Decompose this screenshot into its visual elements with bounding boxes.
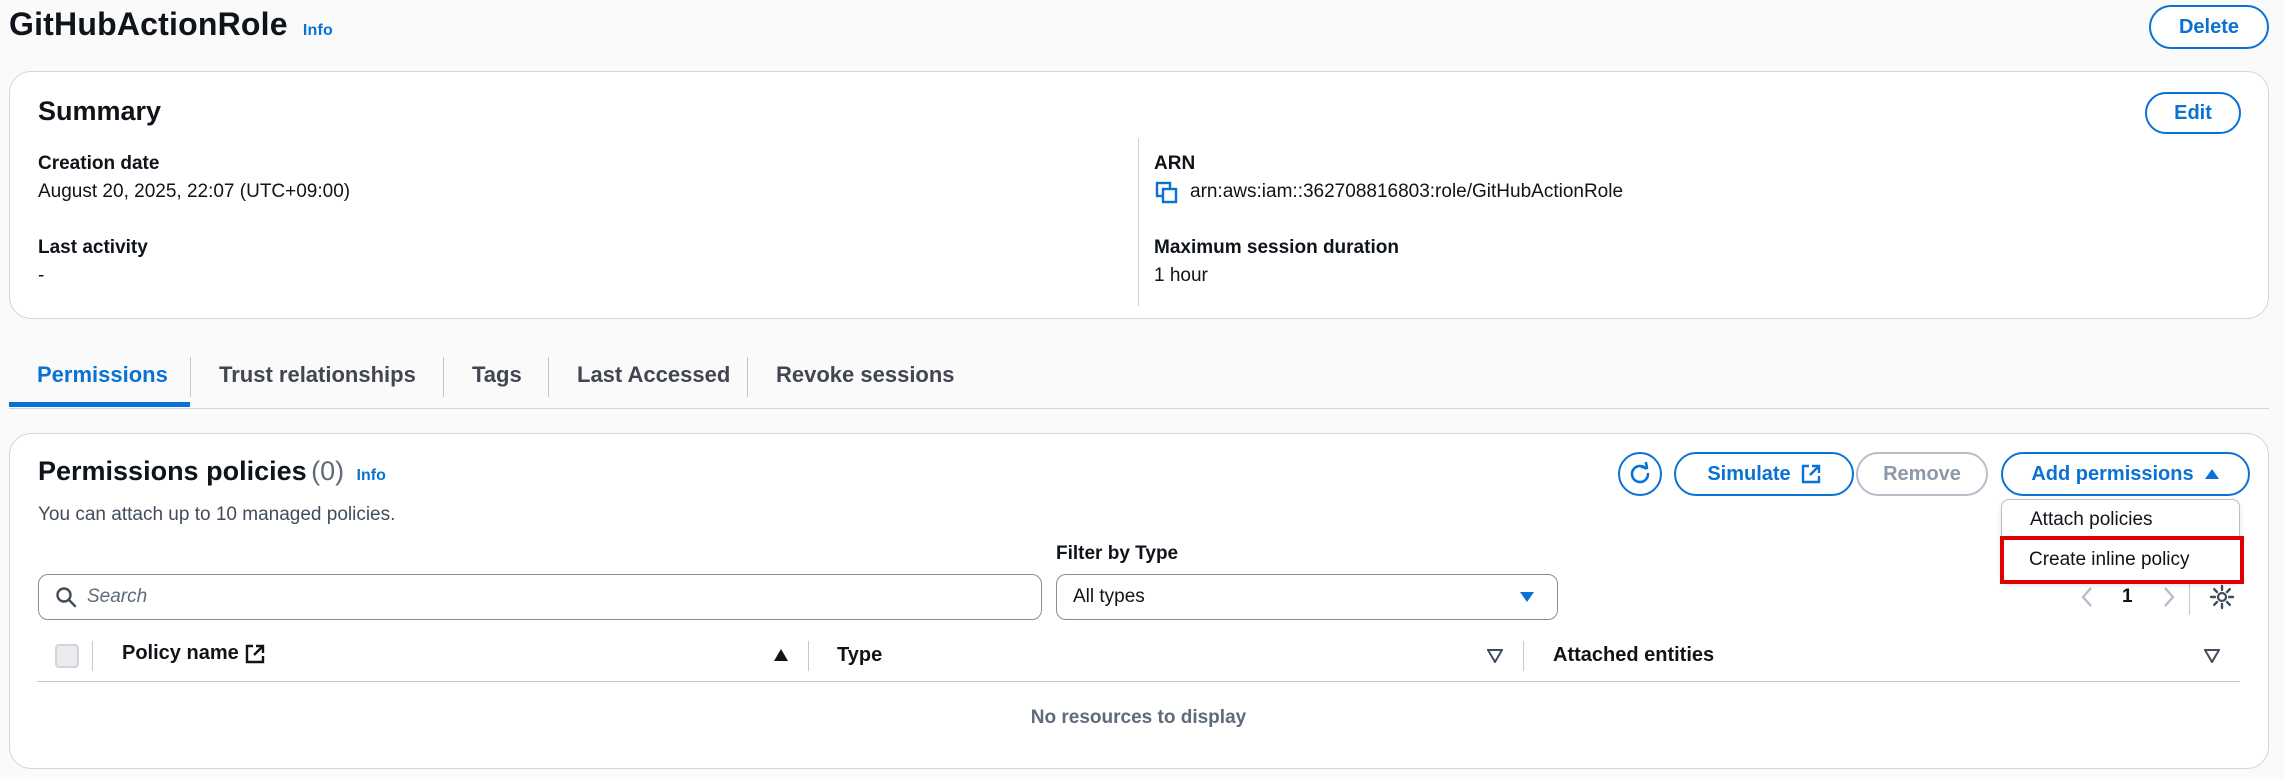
policies-heading: Permissions policies (0) Info (38, 456, 386, 487)
add-permissions-button[interactable]: Add permissions (2001, 452, 2250, 496)
tab-revoke-sessions[interactable]: Revoke sessions (776, 362, 955, 388)
simulate-button[interactable]: Simulate (1674, 452, 1854, 496)
create-inline-policy-label: Create inline policy (2029, 549, 2190, 570)
column-header-attached-entities[interactable]: Attached entities (1553, 644, 1714, 667)
next-page-icon[interactable] (2162, 586, 2176, 613)
tab-last-accessed[interactable]: Last Accessed (577, 362, 730, 388)
filter-by-type-label: Filter by Type (1056, 543, 1179, 564)
select-all-checkbox[interactable] (55, 644, 79, 668)
type-filter-select[interactable]: All types (1056, 574, 1558, 620)
delete-button-label: Delete (2178, 15, 2240, 38)
column-divider (92, 641, 93, 671)
sort-icon[interactable] (2203, 649, 2221, 668)
sort-icon[interactable] (1486, 649, 1504, 668)
menu-item-attach-policies[interactable]: Attach policies (2030, 509, 2153, 531)
tab-divider (443, 357, 444, 397)
delete-button[interactable]: Delete (2149, 5, 2269, 49)
policies-info-link[interactable]: Info (357, 467, 386, 484)
info-link[interactable]: Info (303, 22, 333, 39)
settings-gear-icon[interactable] (2209, 584, 2235, 615)
policy-name-header-label: Policy name (122, 642, 239, 664)
sort-ascending-icon[interactable] (773, 648, 789, 667)
tabs-baseline (9, 408, 2269, 409)
edit-button[interactable]: Edit (2145, 92, 2241, 134)
column-header-policy-name[interactable]: Policy name (122, 642, 265, 665)
summary-divider (1138, 138, 1139, 306)
summary-title: Summary (38, 96, 162, 126)
caret-down-icon (1520, 592, 1534, 602)
page-title: GitHubActionRole Info (9, 6, 333, 43)
role-name: GitHubActionRole (9, 6, 288, 42)
add-permissions-label: Add permissions (2031, 462, 2194, 485)
copy-arn-icon[interactable] (1155, 181, 1179, 205)
remove-button-label: Remove (1883, 462, 1961, 485)
column-header-type[interactable]: Type (837, 644, 882, 667)
last-activity-label: Last activity (38, 237, 148, 258)
policies-title: Permissions policies (38, 456, 307, 486)
simulate-button-label: Simulate (1707, 462, 1791, 485)
search-icon (56, 587, 77, 608)
policies-count: (0) (311, 456, 345, 486)
remove-button[interactable]: Remove (1856, 452, 1988, 496)
external-link-icon (245, 644, 264, 663)
max-session-label: Maximum session duration (1154, 237, 1399, 258)
external-link-icon (1801, 464, 1820, 484)
tab-trust-relationships[interactable]: Trust relationships (219, 362, 416, 388)
arn-label: ARN (1154, 153, 1196, 174)
table-header-divider (37, 681, 2240, 682)
refresh-icon (1630, 462, 1650, 484)
column-divider (1523, 641, 1524, 671)
type-filter-value: All types (1073, 586, 1145, 607)
column-divider (808, 641, 809, 671)
arn-value: arn:aws:iam::362708816803:role/GitHubAct… (1190, 181, 1624, 202)
menu-item-create-inline-policy[interactable]: Create inline policy (2000, 536, 2244, 584)
last-activity-value: - (38, 265, 45, 286)
tab-divider (190, 357, 191, 397)
summary-card: Summary Edit Creation date August 20, 20… (9, 71, 2269, 319)
previous-page-icon[interactable] (2080, 586, 2094, 613)
creation-date-label: Creation date (38, 153, 160, 174)
empty-state-text: No resources to display (1030, 707, 1247, 728)
tab-tags[interactable]: Tags (472, 362, 522, 388)
search-input[interactable]: Search (38, 574, 1042, 620)
edit-button-label: Edit (2174, 101, 2212, 124)
caret-up-icon (2204, 469, 2219, 479)
active-tab-indicator (9, 402, 190, 407)
tab-divider (747, 357, 748, 397)
tab-permissions[interactable]: Permissions (37, 362, 168, 388)
search-placeholder: Search (87, 586, 148, 607)
refresh-button[interactable] (1618, 452, 1662, 496)
page-number[interactable]: 1 (2122, 586, 2133, 608)
creation-date-value: August 20, 2025, 22:07 (UTC+09:00) (38, 181, 351, 202)
tab-divider (548, 357, 549, 397)
max-session-value: 1 hour (1154, 265, 1208, 286)
policies-description: You can attach up to 10 managed policies… (38, 504, 396, 525)
